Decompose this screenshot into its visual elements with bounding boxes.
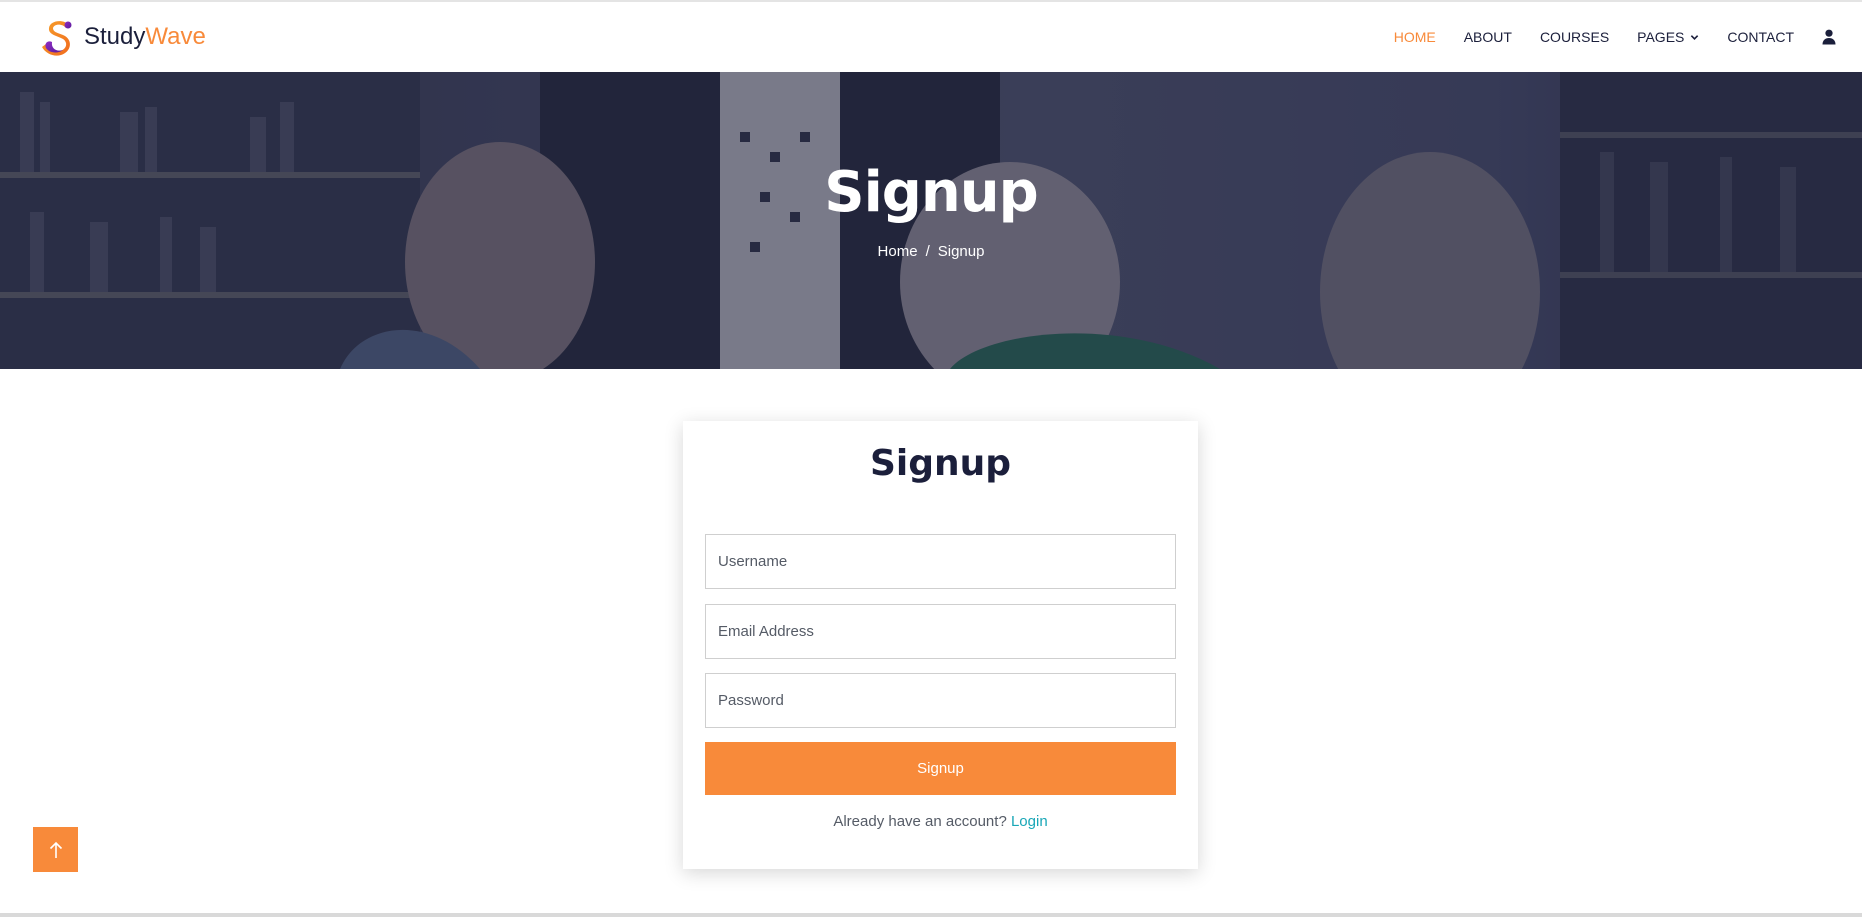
signup-card: Signup Signup Already have an account? L…	[683, 421, 1198, 869]
brand-name-study: Study	[84, 23, 146, 50]
nav-about[interactable]: ABOUT	[1464, 29, 1512, 45]
brand-name-wave: Wave	[145, 23, 206, 50]
bottom-border	[0, 913, 1862, 917]
back-to-top-button[interactable]	[33, 827, 78, 872]
chevron-down-icon	[1691, 34, 1699, 40]
breadcrumb: Home / Signup	[0, 243, 1862, 260]
main-nav: HOME ABOUT COURSES PAGES CONTACT	[1380, 2, 1862, 72]
signup-form-title: Signup	[869, 443, 1012, 484]
nav-contact[interactable]: CONTACT	[1727, 29, 1794, 45]
nav-home[interactable]: HOME	[1394, 29, 1436, 45]
email-input[interactable]	[705, 604, 1176, 659]
user-icon[interactable]	[1822, 29, 1836, 45]
navbar: StudyWave HOME ABOUT COURSES PAGES CONTA…	[0, 2, 1862, 72]
page: StudyWave HOME ABOUT COURSES PAGES CONTA…	[0, 0, 1862, 917]
login-link[interactable]: Login	[1011, 813, 1048, 830]
arrow-up-icon	[49, 841, 62, 858]
studywave-logo-icon	[42, 21, 72, 56]
nav-pages-dropdown[interactable]: PAGES	[1637, 29, 1699, 45]
nav-pages-label: PAGES	[1637, 29, 1685, 45]
brand-name: StudyWave	[84, 25, 206, 49]
password-input[interactable]	[705, 673, 1176, 728]
login-prompt-text: Already have an account?	[833, 813, 1007, 830]
nav-courses[interactable]: COURSES	[1540, 29, 1609, 45]
page-title: Signup	[824, 160, 1038, 225]
username-input[interactable]	[705, 534, 1176, 589]
brand-logo-link[interactable]: StudyWave	[38, 16, 206, 58]
page-header-banner: Signup Home / Signup	[0, 72, 1862, 369]
signup-button[interactable]: Signup	[705, 742, 1176, 795]
breadcrumb-current: Signup	[937, 243, 985, 260]
breadcrumb-separator: /	[925, 243, 930, 260]
breadcrumb-home[interactable]: Home	[878, 243, 918, 260]
login-prompt: Already have an account? Login	[683, 813, 1198, 830]
